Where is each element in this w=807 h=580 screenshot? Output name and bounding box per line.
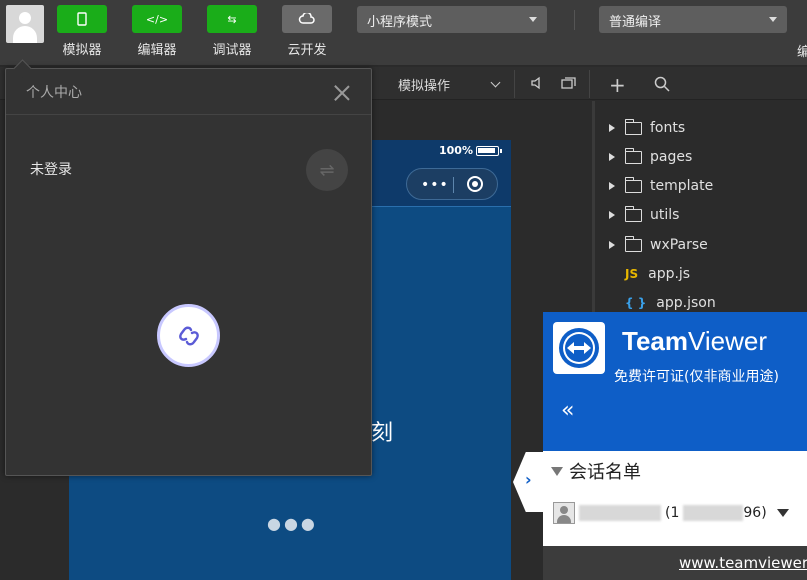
cloud-label: 云开发 (287, 43, 327, 58)
more-icon[interactable]: ••• (421, 177, 449, 193)
caret-right-icon[interactable] (609, 153, 615, 161)
battery-icon (476, 146, 502, 156)
close-circle-icon[interactable] (467, 176, 483, 192)
search-icon[interactable] (654, 76, 670, 96)
tree-item-label: utils (650, 207, 680, 223)
debugger-tool[interactable]: ⇆ 调试器 (207, 5, 257, 58)
add-icon[interactable]: + (609, 73, 626, 97)
loading-dots: ●●● (267, 514, 318, 533)
caret-right-icon[interactable] (609, 211, 615, 219)
volume-icon[interactable] (531, 76, 543, 94)
dropdown-arrow-icon[interactable] (776, 509, 789, 517)
session-list-title: 会话名单 (569, 462, 641, 483)
tree-item-label: fonts (650, 120, 686, 136)
compile-select[interactable]: 普通编译 (599, 6, 787, 33)
popup-title: 个人中心 (26, 85, 82, 101)
editor-tool[interactable]: </> 编辑器 (132, 5, 182, 58)
tree-item-label: wxParse (650, 237, 708, 253)
avatar-body-shape (13, 26, 37, 43)
phone-icon[interactable] (57, 5, 107, 33)
teamviewer-logo-icon (553, 322, 605, 374)
capsule-menu[interactable]: ••• (406, 168, 498, 200)
caret-down-icon (529, 17, 537, 22)
tree-item-label: app.json (656, 295, 716, 311)
folder-icon (624, 235, 642, 252)
subbar-divider (514, 70, 515, 98)
session-contact[interactable]: (1 96) (553, 502, 789, 524)
cloud-icon[interactable] (282, 5, 332, 33)
toolbar-edge-label: 编 (797, 45, 807, 60)
switch-account-button[interactable]: ⇌ (306, 149, 348, 191)
js-file-icon: JS (625, 267, 639, 281)
simulator-tool[interactable]: 模拟器 (57, 5, 107, 58)
miniprogram-logo (157, 304, 220, 367)
tree-folder[interactable]: template (609, 175, 713, 197)
caret-down-icon (769, 17, 777, 22)
subbar-divider (589, 70, 590, 98)
chevron-right-icon: › (525, 470, 532, 489)
json-file-icon: { } (625, 296, 647, 310)
personal-center-popup: 个人中心 未登录 ⇌ (5, 68, 372, 476)
user-icon (553, 502, 575, 524)
caret-down-icon[interactable] (551, 466, 563, 476)
tree-folder[interactable]: pages (609, 146, 692, 168)
contact-id-suffix: 96) (743, 505, 767, 521)
window-icon[interactable] (561, 76, 577, 94)
avatar-head-shape (19, 12, 31, 24)
tree-item-label: template (650, 178, 714, 194)
teamviewer-website-link[interactable]: www.teamviewer (679, 554, 807, 572)
caret-right-icon[interactable] (609, 182, 615, 190)
brand-rest: Viewer (688, 326, 768, 356)
tree-file[interactable]: JS app.js (609, 263, 690, 285)
capsule-divider (453, 177, 454, 193)
redacted-name (579, 505, 661, 521)
folder-icon (624, 205, 642, 222)
debugger-label: 调试器 (212, 43, 252, 58)
debug-icon[interactable]: ⇆ (207, 5, 257, 33)
tree-folder[interactable]: utils (609, 204, 679, 226)
toolbar-divider (574, 10, 575, 30)
top-toolbar: 模拟器 </> 编辑器 ⇆ 调试器 云开发 小程序模式 普通编译 编 (0, 0, 807, 66)
tree-item-label: app.js (648, 266, 691, 282)
close-icon[interactable] (332, 83, 352, 103)
cloud-tool[interactable]: 云开发 (282, 5, 332, 58)
teamviewer-brand: TeamViewer (622, 326, 767, 357)
simulator-label: 模拟器 (62, 43, 102, 58)
popup-header: 个人中心 (6, 69, 371, 115)
user-avatar[interactable] (6, 5, 44, 43)
chevron-down-icon[interactable] (490, 77, 501, 88)
editor-label: 编辑器 (137, 43, 177, 58)
mode-select[interactable]: 小程序模式 (357, 6, 547, 33)
folder-icon (624, 176, 642, 193)
tree-folder[interactable]: wxParse (609, 234, 708, 256)
code-icon[interactable]: </> (132, 5, 182, 33)
contact-id-prefix: (1 (665, 505, 680, 521)
teamviewer-panel: TeamViewer 免费许可证(仅非商业用途) « 会话名单 (1 96) w… (543, 312, 807, 580)
folder-icon (624, 118, 642, 135)
teamviewer-footer: www.teamviewer (543, 546, 807, 580)
caret-right-icon[interactable] (609, 241, 615, 249)
tree-item-label: pages (650, 149, 693, 165)
session-list-header[interactable]: 会话名单 (551, 458, 641, 484)
caret-right-icon[interactable] (609, 124, 615, 132)
teamviewer-header: TeamViewer 免费许可证(仅非商业用途) « (543, 312, 807, 451)
battery-percent: 100% (439, 144, 473, 157)
tree-folder[interactable]: fonts (609, 117, 685, 139)
compile-select-value: 普通编译 (609, 15, 662, 30)
mode-select-value: 小程序模式 (367, 15, 433, 30)
switch-icon: ⇌ (319, 159, 335, 181)
redacted-id (683, 505, 744, 521)
collapse-icon[interactable]: « (561, 398, 574, 423)
login-status: 未登录 (30, 162, 72, 178)
tree-file[interactable]: { } app.json (609, 292, 716, 314)
license-text: 免费许可证(仅非商业用途) (614, 369, 779, 385)
brand-bold: Team (622, 326, 688, 356)
folder-icon (624, 147, 642, 164)
link-icon (178, 326, 199, 345)
simulate-operation-select[interactable]: 模拟操作 (398, 75, 450, 94)
